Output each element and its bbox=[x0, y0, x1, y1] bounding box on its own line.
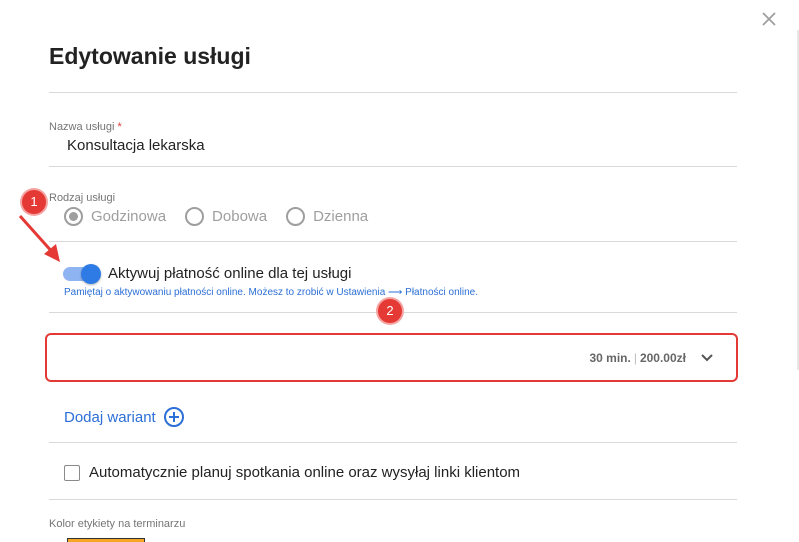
plus-circle-icon bbox=[163, 407, 184, 427]
radio-daily-label: Dobowa bbox=[212, 208, 268, 225]
add-variant-button[interactable]: Dodaj wariant bbox=[64, 406, 185, 428]
toggle-thumb bbox=[81, 264, 101, 284]
service-name-label-text: Nazwa usługi bbox=[49, 121, 115, 133]
required-mark: * bbox=[117, 121, 122, 133]
annotation-badge-2: 2 bbox=[378, 299, 402, 323]
radio-day-label: Dzienna bbox=[313, 208, 369, 225]
variant-duration: 30 min. bbox=[589, 351, 631, 365]
online-payment-toggle[interactable] bbox=[63, 264, 101, 284]
radio-daily[interactable]: Dobowa bbox=[185, 207, 267, 226]
add-variant-label: Dodaj wariant bbox=[64, 408, 156, 426]
annotation-arrow-icon bbox=[18, 214, 60, 262]
variant-summary: 30 min. | 200.00zł bbox=[589, 351, 686, 365]
online-payment-label: Aktywuj płatność online dla tej usługi bbox=[108, 265, 352, 282]
variant-price: 200.00zł bbox=[639, 351, 686, 365]
service-type-radio-group: Godzinowa Dobowa Dzienna bbox=[64, 207, 387, 226]
close-icon[interactable] bbox=[760, 10, 778, 28]
variant-row[interactable]: 30 min. | 200.00zł bbox=[45, 333, 738, 382]
edit-service-dialog: Edytowanie usługi Nazwa usługi * Konsult… bbox=[0, 0, 799, 542]
radio-unchecked-icon bbox=[286, 207, 306, 226]
service-name-label: Nazwa usługi * bbox=[49, 121, 122, 133]
auto-schedule-label: Automatycznie planuj spotkania online or… bbox=[89, 464, 521, 481]
radio-day[interactable]: Dzienna bbox=[286, 207, 368, 226]
radio-checked-icon bbox=[64, 207, 83, 226]
variant-separator: | bbox=[633, 351, 637, 365]
label-color-label: Kolor etykiety na terminarzu bbox=[49, 518, 186, 530]
dialog-title: Edytowanie usługi bbox=[49, 43, 251, 69]
radio-hourly-label: Godzinowa bbox=[91, 208, 167, 225]
online-payment-hint: Pamiętaj o aktywowaniu płatności online.… bbox=[64, 287, 478, 298]
service-name-input[interactable]: Konsultacja lekarska bbox=[67, 137, 205, 154]
chevron-down-icon[interactable] bbox=[700, 353, 714, 363]
divider bbox=[49, 166, 737, 167]
auto-schedule-checkbox[interactable] bbox=[64, 464, 80, 481]
divider bbox=[49, 241, 737, 242]
divider bbox=[49, 442, 737, 443]
divider bbox=[49, 92, 737, 93]
divider bbox=[49, 499, 737, 500]
label-color-picker[interactable] bbox=[67, 538, 145, 542]
radio-hourly[interactable]: Godzinowa bbox=[64, 207, 166, 226]
auto-schedule-row: Automatycznie planuj spotkania online or… bbox=[64, 464, 520, 481]
radio-unchecked-icon bbox=[185, 207, 205, 226]
